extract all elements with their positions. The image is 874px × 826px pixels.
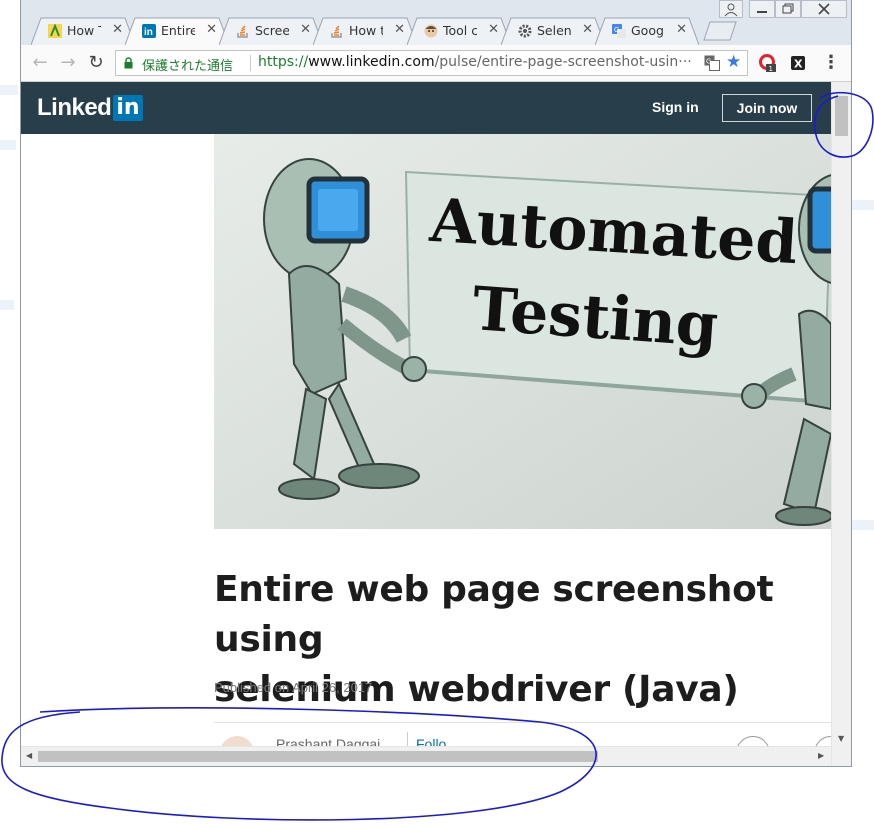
tab-stackoverflow-1[interactable]: Scree ✕ bbox=[219, 17, 323, 45]
article-hero-image: Automated Testing bbox=[214, 134, 831, 529]
scroll-right-arrow[interactable]: ▶ bbox=[818, 751, 824, 760]
bookmark-star-icon[interactable]: ★ bbox=[726, 52, 741, 72]
url-separator bbox=[250, 55, 251, 71]
security-label: 保護された通信 bbox=[142, 59, 234, 74]
divider bbox=[214, 722, 831, 723]
avatar[interactable] bbox=[220, 736, 254, 746]
vertical-scrollbar[interactable]: ▼ bbox=[831, 82, 851, 766]
horizontal-scrollbar[interactable]: ◀ ▶ bbox=[21, 746, 831, 766]
new-tab-button[interactable] bbox=[703, 21, 737, 41]
scroll-down-arrow[interactable]: ▼ bbox=[838, 734, 844, 743]
sign-in-link[interactable]: Sign in bbox=[652, 99, 699, 115]
logo-text: Linked bbox=[37, 94, 112, 121]
close-icon[interactable]: ✕ bbox=[676, 22, 687, 37]
tab-stackoverflow-2[interactable]: How t ✕ bbox=[313, 17, 417, 45]
join-now-button[interactable]: Join now bbox=[722, 94, 812, 122]
page-viewport: Linked in Sign in Join now Automated Test… bbox=[21, 82, 831, 746]
stackoverflow-icon bbox=[331, 25, 342, 38]
menu-button[interactable]: ⋮ bbox=[821, 53, 841, 73]
published-date: Published on April 26, 2017 bbox=[214, 680, 373, 695]
forward-button[interactable]: → bbox=[58, 53, 78, 73]
tab-strip: How T ✕ in Entire ✕ Scree ✕ How t ✕ Tool… bbox=[21, 0, 851, 45]
address-bar[interactable]: 保護された通信 https://www.linkedin.com/pulse/e… bbox=[115, 50, 748, 76]
tab-title: Googl bbox=[631, 23, 665, 38]
author-separator bbox=[407, 732, 408, 746]
author-name[interactable]: Prashant Daggai bbox=[276, 736, 380, 746]
url-path: /pulse/entire-page-screenshot-usin··· bbox=[434, 54, 692, 70]
tab-tool[interactable]: Tool c ✕ bbox=[407, 17, 511, 45]
article-title-line: Entire web page screenshot using bbox=[214, 569, 774, 660]
linkedin-logo[interactable]: Linked in bbox=[37, 94, 143, 122]
maximize-button[interactable] bbox=[775, 0, 801, 18]
close-icon[interactable]: ✕ bbox=[394, 22, 405, 37]
author-row: Prashant Daggai Follo bbox=[214, 730, 831, 746]
tab-adsense[interactable]: How T ✕ bbox=[31, 17, 135, 45]
person-icon bbox=[724, 3, 738, 17]
minimize-button[interactable] bbox=[749, 0, 775, 18]
close-icon[interactable]: ✕ bbox=[206, 22, 217, 37]
browser-toolbar: ← → ↻ 保護された通信 https://www.linkedin.com/p… bbox=[21, 45, 851, 82]
lock-icon bbox=[124, 57, 133, 69]
horizontal-scrollbar-thumb[interactable] bbox=[38, 751, 598, 762]
browser-window: How T ✕ in Entire ✕ Scree ✕ How t ✕ Tool… bbox=[20, 0, 852, 767]
tab-title: How T bbox=[67, 23, 101, 38]
vertical-scrollbar-thumb[interactable] bbox=[835, 96, 848, 136]
tab-title: Scree bbox=[255, 23, 289, 38]
opera-extension-icon[interactable]: 1 bbox=[759, 54, 777, 72]
x-extension-icon[interactable]: X bbox=[789, 54, 807, 72]
gear-icon bbox=[518, 24, 532, 38]
tab-title: How t bbox=[349, 23, 383, 38]
profile-button[interactable] bbox=[719, 0, 743, 18]
close-icon bbox=[818, 3, 830, 15]
linkedin-header: Linked in Sign in Join now bbox=[21, 82, 831, 134]
stackoverflow-icon bbox=[237, 25, 248, 38]
svg-text:in: in bbox=[144, 27, 153, 38]
comment-button[interactable] bbox=[814, 736, 831, 746]
translate-icon[interactable]: G bbox=[704, 55, 720, 71]
close-icon[interactable]: ✕ bbox=[582, 22, 593, 37]
logo-in-box: in bbox=[113, 95, 143, 121]
like-button[interactable] bbox=[736, 736, 770, 746]
extension-label: X bbox=[794, 58, 803, 71]
google-translate-icon: G bbox=[612, 24, 626, 38]
close-window-button[interactable] bbox=[801, 0, 847, 18]
tab-title: Selen bbox=[537, 23, 571, 38]
linkedin-icon: in bbox=[142, 24, 156, 38]
restore-icon bbox=[782, 3, 794, 14]
svg-text:G: G bbox=[614, 27, 619, 34]
close-icon[interactable]: ✕ bbox=[300, 22, 311, 37]
avatar-icon bbox=[424, 24, 438, 38]
url-scheme: https:// bbox=[258, 54, 309, 70]
adsense-icon bbox=[48, 24, 62, 38]
tab-linkedin[interactable]: in Entire ✕ bbox=[125, 17, 229, 45]
tab-title: Entire bbox=[161, 23, 195, 38]
scroll-left-arrow[interactable]: ◀ bbox=[26, 751, 32, 760]
reload-button[interactable]: ↻ bbox=[86, 53, 106, 73]
back-button[interactable]: ← bbox=[30, 53, 50, 73]
close-icon[interactable]: ✕ bbox=[488, 22, 499, 37]
tab-title: Tool c bbox=[443, 23, 477, 38]
close-icon[interactable]: ✕ bbox=[112, 22, 123, 37]
tab-selenium[interactable]: Selen ✕ bbox=[501, 17, 605, 45]
minimize-icon bbox=[757, 11, 767, 13]
svg-text:G: G bbox=[706, 58, 711, 66]
extension-badge: 1 bbox=[769, 65, 773, 72]
tab-google-translate[interactable]: G Googl ✕ bbox=[595, 17, 699, 45]
follow-link[interactable]: Follo bbox=[416, 736, 446, 746]
url-text[interactable]: https://www.linkedin.com/pulse/entire-pa… bbox=[258, 54, 698, 70]
url-host: www.linkedin.com bbox=[308, 54, 435, 70]
